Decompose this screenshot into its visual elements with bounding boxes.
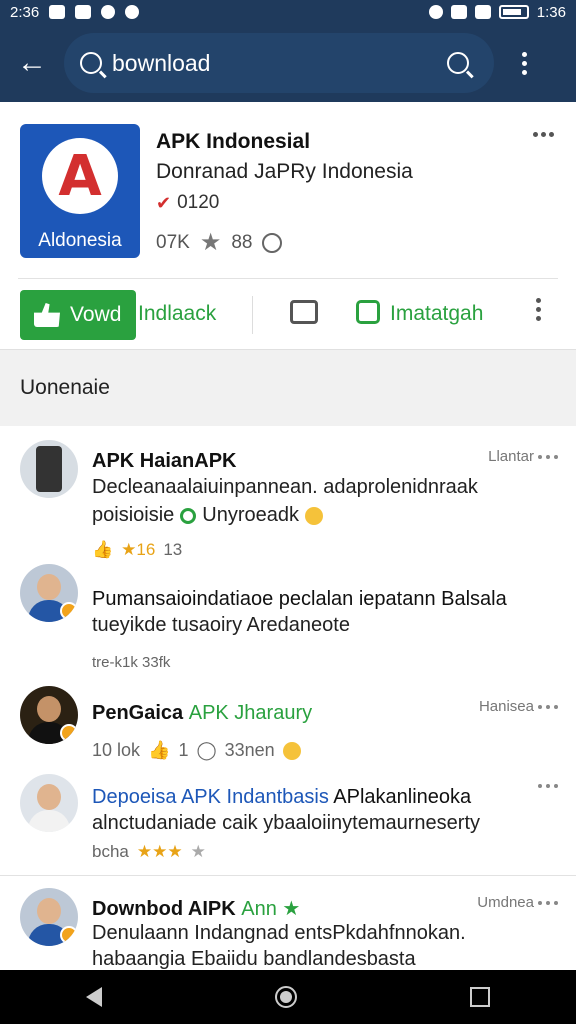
app-title: APK Indonesial (156, 130, 311, 153)
star-icon: ★ (199, 229, 222, 256)
comment-meta: 👍 ★16 13 (92, 540, 182, 560)
comment-text-line2: poisioisie Unyroeadk (92, 504, 323, 527)
battery-icon (498, 5, 529, 19)
reaction-icon (262, 232, 283, 253)
like-count: 13 (163, 540, 183, 559)
like-label: Vowd (70, 303, 122, 326)
card-more-button[interactable] (533, 132, 554, 137)
more-horiz-icon[interactable] (538, 900, 542, 905)
share-label[interactable]: Imatatgah (390, 302, 483, 326)
like-label-secondary[interactable]: Indlaack (138, 302, 216, 326)
comment-text: Denulaann Indangnad entsPkdahfnnokan. (92, 922, 466, 944)
star-icon: ★ (190, 842, 206, 861)
navigation-bar (0, 970, 576, 1024)
comment-text-line2: habaangia Ebaiidu bandlandesbasta (92, 948, 416, 970)
search-icon (447, 52, 469, 74)
arrow-left-icon: ← (17, 46, 47, 79)
comment-author[interactable]: Downbod AIPK Ann ★ (92, 896, 300, 921)
comment-meta: tre-k1k 33fk (92, 654, 171, 671)
status-time: 2:36 (10, 3, 40, 21)
wifi-icon (474, 5, 491, 19)
star-icon: ★ (282, 898, 301, 920)
comment-more[interactable] (538, 784, 558, 788)
like-button[interactable]: Vowd (20, 290, 136, 340)
avatar[interactable] (20, 686, 78, 744)
divider (18, 278, 558, 279)
nav-recents-icon[interactable] (469, 987, 490, 1007)
comment-text: tueyikde tusaoiry Aredaneote (92, 614, 350, 636)
app-stats: 07K ★ 88 (156, 228, 283, 257)
more-horiz-icon[interactable] (538, 454, 542, 459)
search-input[interactable] (112, 49, 438, 77)
avatar[interactable] (20, 440, 78, 498)
clock-icon: ◯ (196, 740, 217, 760)
app-subtitle: Donranad JaPRy Indonesia (156, 160, 413, 183)
more-vert-icon (536, 298, 541, 303)
search-box[interactable] (64, 33, 494, 93)
comment-icon[interactable] (290, 300, 318, 324)
divider (0, 875, 576, 876)
avatar[interactable] (20, 564, 78, 622)
logo-icon: A (58, 143, 102, 209)
location-icon (125, 5, 140, 19)
alarm-icon (428, 5, 443, 19)
download-count: 07K (156, 231, 190, 253)
more-horiz-icon[interactable] (538, 704, 542, 709)
divider (252, 296, 253, 334)
search-button[interactable] (438, 43, 478, 83)
action-more-button[interactable] (536, 298, 541, 321)
comment-text: Decleanaalaiuinpannean. adaprolenidnraak (92, 476, 478, 498)
more-horiz-icon (533, 132, 538, 137)
comment-author[interactable]: Pumansaioindatiaoe peclalan iepatann Bal… (92, 588, 507, 611)
overflow-menu-button[interactable] (494, 24, 554, 102)
thumbs-up-icon[interactable]: 👍 (92, 540, 113, 560)
comment-text: alnctudaniade caik ybaaloiinytemaurneser… (92, 812, 481, 834)
online-icon (180, 507, 197, 524)
comment-author[interactable]: PenGaica APK Jharaury (92, 702, 312, 725)
thumbs-up-icon[interactable]: 👍 (148, 740, 170, 761)
star-rating: ★16 (121, 540, 156, 559)
share-icon[interactable] (356, 300, 380, 324)
nav-home-icon[interactable] (274, 986, 297, 1008)
thumbs-up-icon (34, 303, 60, 327)
app-icon-label: Aldonesia (38, 230, 122, 251)
section-header: Uonenaie (0, 350, 576, 426)
app-icon[interactable]: A Aldonesia (20, 124, 140, 258)
comment-list: APK HaianAPK Llantar Decleanaalaiuinpann… (0, 426, 576, 970)
comment-time: Hanisea (479, 698, 558, 715)
nav-back-icon[interactable] (86, 987, 103, 1007)
bluetooth-icon (450, 5, 467, 19)
more-vert-icon (521, 51, 527, 57)
status-clock: 1:36 (536, 3, 566, 21)
back-button[interactable]: ← (0, 24, 64, 102)
avatar[interactable] (20, 774, 78, 832)
notification-icon (49, 5, 66, 19)
search-icon (80, 52, 102, 74)
comment-author[interactable]: Depoeisa APK Indantbasis APlakanlineoka (92, 786, 471, 809)
rating-count: 88 (231, 231, 253, 253)
comment-author[interactable]: APK HaianAPK (92, 450, 236, 473)
emoji-icon (282, 741, 301, 760)
comment-meta: 10 lok 👍 1 ◯ 33nen (92, 740, 301, 761)
chat-icon (101, 5, 116, 19)
app-version: ✔ 0120 (156, 192, 220, 213)
comment-meta: bcha ★★★ ★ (92, 842, 206, 861)
news-icon (75, 5, 92, 19)
emoji-icon (304, 506, 323, 525)
verified-badge-icon (60, 926, 78, 944)
status-bar: 2:36 1:36 (0, 0, 576, 24)
avatar[interactable] (20, 888, 78, 946)
comment-time: Llantar (488, 448, 558, 465)
verified-icon: ✔ (156, 192, 172, 213)
comment-time: Umdnea (477, 894, 558, 911)
star-rating-icon: ★★★ (136, 842, 183, 861)
verified-badge-icon (60, 602, 78, 620)
more-horiz-icon (538, 784, 542, 788)
app-card: A Aldonesia APK Indonesial Donranad JaPR… (0, 102, 576, 350)
app-bar: ← (0, 24, 576, 102)
verified-badge-icon (60, 724, 78, 742)
action-row: Vowd Indlaack Imatatgah (0, 286, 576, 342)
